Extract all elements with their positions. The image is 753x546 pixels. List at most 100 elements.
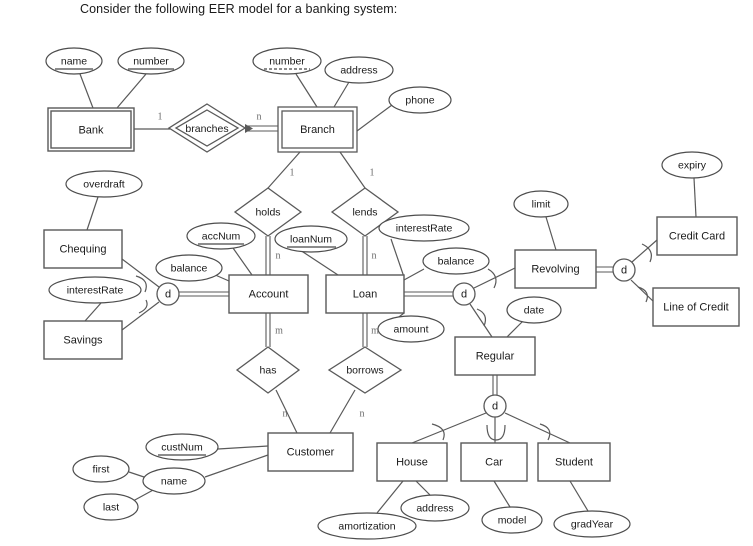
- relationship-has[interactable]: has: [235, 346, 301, 394]
- edge-loan-loannum: [299, 249, 339, 276]
- attribute-loan-num-label: loanNum: [290, 233, 332, 245]
- attribute-last-name-label: last: [103, 501, 119, 513]
- entity-account[interactable]: Account: [228, 274, 309, 314]
- cardinality-account-has: m: [275, 325, 283, 336]
- entity-loan[interactable]: Loan: [325, 274, 405, 314]
- entity-loan-label: Loan: [353, 288, 377, 300]
- entity-revolving-label: Revolving: [531, 263, 579, 275]
- attribute-branch-number[interactable]: number: [252, 47, 322, 75]
- specialization-circle-loan[interactable]: d: [452, 282, 476, 306]
- edge-customer-custnum: [217, 445, 269, 450]
- relationship-lends-label: lends: [352, 206, 377, 218]
- entity-bank[interactable]: Bank: [47, 107, 135, 152]
- entity-branch-label: Branch: [300, 124, 335, 136]
- edge-branch-number: [295, 73, 318, 108]
- subset-arc-car: [486, 424, 506, 441]
- edge-d-lineofcredit: [630, 279, 656, 304]
- edge-borrows-customer: [329, 389, 356, 434]
- attribute-branch-address[interactable]: address: [324, 56, 394, 84]
- cardinality-branch-holds: 1: [290, 167, 295, 178]
- attribute-grad-year[interactable]: gradYear: [553, 510, 631, 538]
- specialization-loan-symbol: d: [461, 288, 467, 300]
- edge-car-model: [493, 480, 511, 508]
- attribute-first-name-label: first: [93, 463, 110, 475]
- attribute-amortization-label: amortization: [338, 520, 395, 532]
- entity-student[interactable]: Student: [537, 442, 611, 482]
- cardinality-branch-lends: 1: [370, 167, 375, 178]
- entity-customer[interactable]: Customer: [267, 432, 354, 472]
- entity-house[interactable]: House: [376, 442, 448, 482]
- attribute-date-label: date: [524, 304, 545, 316]
- attribute-expiry[interactable]: expiry: [661, 151, 723, 179]
- edge-d-house: [411, 412, 487, 444]
- edge-branch-lends: [339, 151, 366, 189]
- edge-revolving-limit: [545, 216, 557, 251]
- relationship-branches[interactable]: branches: [167, 103, 247, 153]
- entity-bank-label: Bank: [78, 124, 104, 136]
- entity-savings-label: Savings: [63, 334, 103, 346]
- entity-revolving[interactable]: Revolving: [514, 249, 597, 289]
- attribute-savings-interest-rate[interactable]: interestRate: [48, 276, 142, 304]
- relationship-branches-label: branches: [185, 123, 228, 135]
- attribute-account-balance[interactable]: balance: [155, 254, 223, 282]
- edge-loan-interestrate: [390, 238, 405, 278]
- attribute-model[interactable]: model: [481, 506, 543, 534]
- attribute-bank-number[interactable]: number: [117, 47, 185, 75]
- attribute-bank-name[interactable]: name: [45, 47, 103, 75]
- edge-customer-name: [204, 454, 269, 478]
- attribute-branch-address-label: address: [340, 64, 377, 76]
- attribute-branch-phone[interactable]: phone: [388, 86, 452, 114]
- cardinality-bank-branches: 1: [158, 111, 163, 122]
- attribute-date[interactable]: date: [506, 296, 562, 324]
- edge-account-accnum: [232, 247, 253, 276]
- edge-d-student: [504, 412, 571, 444]
- entity-chequing[interactable]: Chequing: [43, 229, 123, 269]
- attribute-bank-name-label: name: [61, 55, 87, 67]
- attribute-house-address-label: address: [416, 502, 453, 514]
- attribute-amount[interactable]: amount: [377, 315, 445, 343]
- attribute-limit[interactable]: limit: [513, 190, 569, 218]
- specialization-circle-regular[interactable]: d: [483, 394, 507, 418]
- specialization-circle-revolving[interactable]: d: [612, 258, 636, 282]
- arrow-branches-branch: [245, 124, 253, 133]
- specialization-revolving-symbol: d: [621, 264, 627, 276]
- entity-car[interactable]: Car: [460, 442, 528, 482]
- entity-savings[interactable]: Savings: [43, 320, 123, 360]
- subset-arc-regular: [476, 308, 487, 327]
- attribute-amortization[interactable]: amortization: [317, 512, 417, 540]
- attribute-overdraft[interactable]: overdraft: [65, 170, 143, 198]
- entity-regular[interactable]: Regular: [454, 336, 536, 376]
- attribute-loan-balance[interactable]: balance: [422, 247, 490, 275]
- entity-credit-card[interactable]: Credit Card: [656, 216, 738, 256]
- entity-branch[interactable]: Branch: [277, 106, 358, 153]
- attribute-house-address[interactable]: address: [400, 494, 470, 522]
- cardinality-has-customer: n: [283, 408, 288, 419]
- attribute-savings-interest-rate-label: interestRate: [67, 284, 124, 296]
- entity-regular-label: Regular: [476, 350, 515, 362]
- specialization-circle-account[interactable]: d: [156, 282, 180, 306]
- edge-regular-date: [506, 320, 524, 338]
- entity-student-label: Student: [555, 456, 593, 468]
- entity-line-of-credit[interactable]: Line of Credit: [652, 287, 740, 327]
- attribute-model-label: model: [498, 514, 527, 526]
- attribute-loan-interest-rate[interactable]: interestRate: [378, 214, 470, 242]
- edge-name-last: [132, 488, 156, 502]
- edge-chequing-overdraft: [86, 196, 99, 231]
- edge-bank-name: [79, 73, 94, 109]
- attribute-customer-name[interactable]: name: [142, 467, 206, 495]
- attribute-first-name[interactable]: first: [72, 455, 130, 483]
- attribute-acc-num[interactable]: accNum: [186, 222, 256, 250]
- attribute-customer-name-label: name: [161, 475, 187, 487]
- relationship-borrows[interactable]: borrows: [327, 346, 403, 394]
- relationship-holds-label: holds: [255, 206, 280, 218]
- attribute-last-name[interactable]: last: [83, 493, 139, 521]
- edge-branch-phone: [356, 104, 393, 132]
- edge-d-creditcard: [631, 239, 658, 263]
- edge-d-regular: [469, 303, 493, 338]
- edge-creditcard-expiry: [693, 177, 697, 218]
- eer-diagram-canvas: Bank Branch Chequing Savings Account Loa…: [43, 47, 740, 540]
- attribute-cust-num[interactable]: custNum: [145, 433, 219, 461]
- attribute-loan-num[interactable]: loanNum: [274, 225, 348, 253]
- attribute-loan-interest-rate-label: interestRate: [396, 222, 453, 234]
- edge-branch-address: [333, 81, 350, 108]
